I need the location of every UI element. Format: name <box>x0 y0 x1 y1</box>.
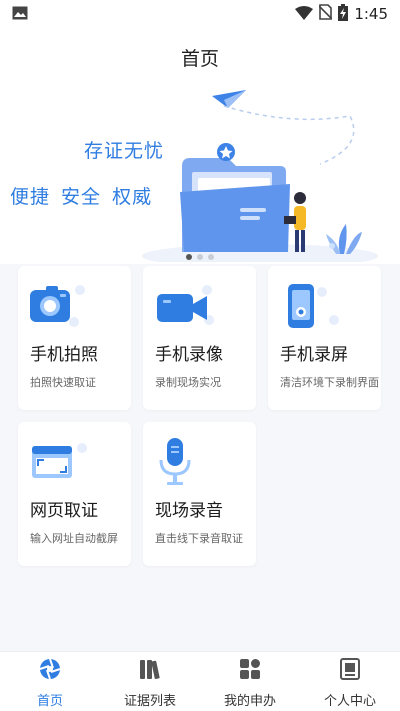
card-phone-photo[interactable]: 手机拍照 拍照快速取证 <box>18 266 131 410</box>
tab-label: 首页 <box>36 694 63 709</box>
tab-personal-center[interactable]: 个人中心 <box>300 652 400 711</box>
phone-screen-icon <box>278 282 342 334</box>
card-subtitle: 拍照快速取证 <box>30 376 96 389</box>
status-time: 1:45 <box>354 5 388 23</box>
slogan-line-1: 存证无忧 <box>84 140 165 162</box>
card-screen-record[interactable]: 手机录屏 清洁环境下录制界面 <box>268 266 381 410</box>
books-icon <box>139 658 161 684</box>
tab-home[interactable]: 首页 <box>0 652 100 711</box>
card-title: 手机录屏 <box>280 345 348 365</box>
grid-icon <box>239 658 261 684</box>
bottom-tab-bar: 首页 证据列表 我的申办 个人中心 <box>0 651 400 711</box>
battery-charging-icon <box>338 3 349 25</box>
card-subtitle: 直击线下录音取证 <box>155 532 243 545</box>
card-title: 网页取证 <box>30 501 98 521</box>
carousel-dot <box>208 254 214 260</box>
microphone-icon <box>153 438 217 490</box>
card-subtitle: 输入网址自动截屏 <box>30 532 118 545</box>
no-sim-icon <box>318 4 333 24</box>
camera-icon <box>28 282 92 334</box>
card-title: 手机录像 <box>155 345 223 365</box>
card-web-evidence[interactable]: 网页取证 输入网址自动截屏 <box>18 422 131 566</box>
card-title: 现场录音 <box>155 501 223 521</box>
tab-evidence-list[interactable]: 证据列表 <box>100 652 200 711</box>
paper-plane-icon <box>212 90 246 108</box>
carousel-indicator <box>186 254 214 260</box>
image-notification-icon <box>12 5 28 24</box>
status-bar: 1:45 <box>0 0 400 28</box>
slogan-line-2: 便捷 安全 权威 <box>10 186 153 208</box>
webpage-icon <box>28 438 92 490</box>
status-indicators: 1:45 <box>295 3 388 25</box>
tab-label: 我的申办 <box>223 694 276 709</box>
card-subtitle: 录制现场实况 <box>155 376 221 389</box>
card-phone-video[interactable]: 手机录像 录制现场实况 <box>143 266 256 410</box>
wifi-icon <box>295 5 314 24</box>
tab-label: 个人中心 <box>323 694 376 709</box>
hero-illustration[interactable] <box>140 86 380 262</box>
card-title: 手机拍照 <box>30 345 98 365</box>
tab-my-applications[interactable]: 我的申办 <box>200 652 300 711</box>
carousel-dot <box>186 254 192 260</box>
shutter-icon <box>39 658 61 684</box>
tab-label: 证据列表 <box>123 694 176 709</box>
card-audio-record[interactable]: 现场录音 直击线下录音取证 <box>143 422 256 566</box>
video-camera-icon <box>153 282 217 334</box>
carousel-dot <box>197 254 203 260</box>
page-title: 首页 <box>180 48 219 70</box>
user-book-icon <box>339 658 361 684</box>
card-subtitle: 清洁环境下录制界面 <box>280 376 379 389</box>
